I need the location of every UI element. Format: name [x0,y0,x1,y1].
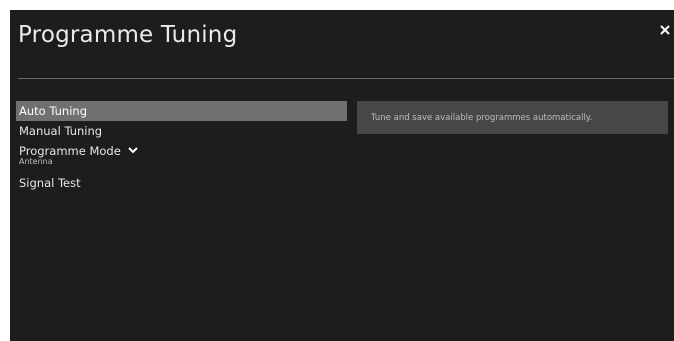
menu-item-label: Manual Tuning [19,124,103,138]
close-icon [660,25,670,35]
page-title: Programme Tuning [18,22,238,48]
menu-item-signal-test[interactable]: Signal Test [16,173,347,193]
menu-item-label: Programme Mode [19,144,121,158]
menu-item-programme-mode[interactable]: Programme Mode Antenna [16,141,347,173]
menu-item-label: Signal Test [19,176,81,190]
menu-item-auto-tuning[interactable]: Auto Tuning [16,101,347,121]
programme-mode-value: Antenna [19,157,53,166]
menu-item-label: Auto Tuning [19,104,87,118]
description-panel: Tune and save available programmes autom… [357,101,668,134]
tuning-menu: Auto Tuning Manual Tuning Programme Mode… [16,101,347,193]
programme-tuning-screen: Programme Tuning Auto Tuning Manual Tuni… [10,10,674,341]
menu-item-manual-tuning[interactable]: Manual Tuning [16,121,347,141]
header-divider [18,78,674,79]
close-button[interactable] [658,22,672,36]
chevron-down-icon [128,140,139,160]
description-text: Tune and save available programmes autom… [371,113,593,123]
